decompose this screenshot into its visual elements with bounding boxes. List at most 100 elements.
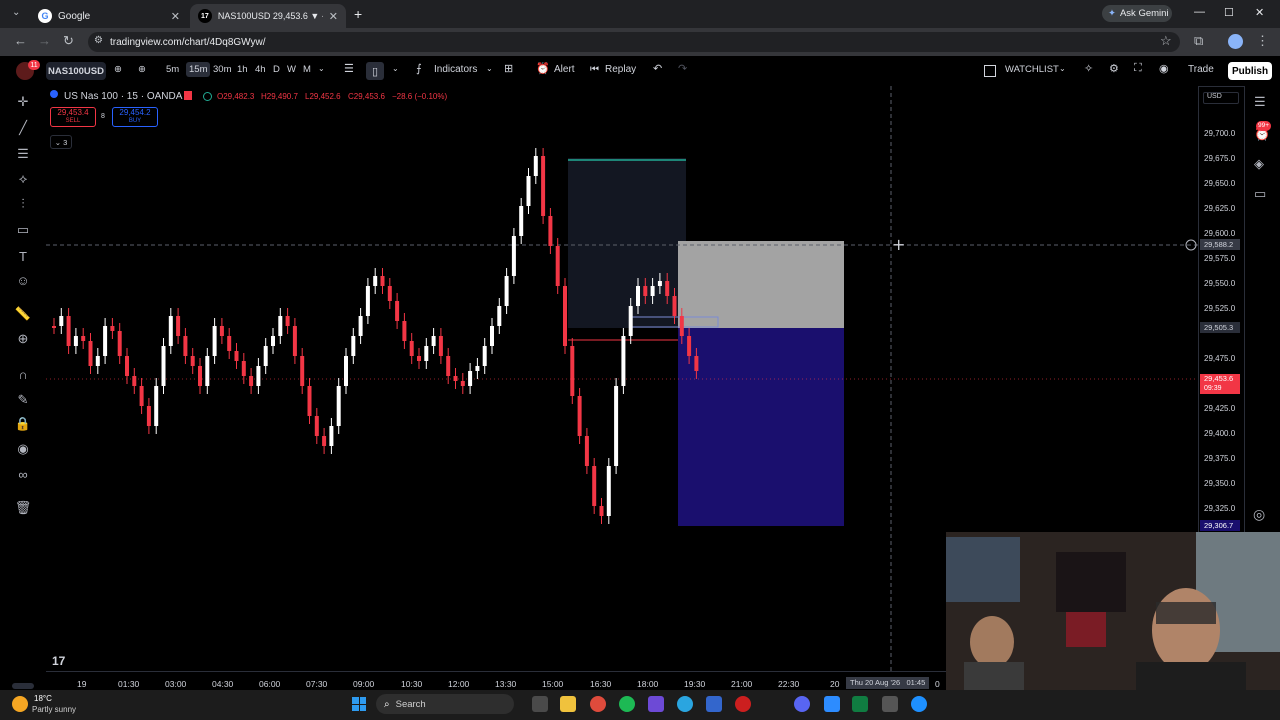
zoom-icon[interactable] <box>824 696 840 712</box>
ruler-tool-icon[interactable]: 📏 <box>15 306 31 322</box>
taskbar-search[interactable]: ⌕ Search <box>376 694 514 714</box>
timeframe-w[interactable]: W <box>287 64 296 75</box>
indicators-icon[interactable]: ⨍ <box>416 62 422 75</box>
browser-menu-icon[interactable]: ⋮ <box>1256 33 1269 49</box>
buy-button[interactable]: 29,454.2 BUY <box>112 107 158 127</box>
stop-loss-zone[interactable] <box>678 241 844 328</box>
lock-icon[interactable]: 🔒 <box>15 416 31 432</box>
bar-style-icon[interactable]: ☰ <box>344 62 354 75</box>
app-icon[interactable] <box>882 696 898 712</box>
ask-gemini-button[interactable]: ✦ Ask Gemini <box>1102 5 1172 22</box>
tradingview-app-icon[interactable] <box>648 696 664 712</box>
alert-button[interactable]: Alert <box>554 64 575 75</box>
flame-icon[interactable]: ✧ <box>1084 62 1093 75</box>
indicators-toggle[interactable]: ⌄ 3 <box>50 135 72 149</box>
tab-menu-icon[interactable]: ⌄ <box>12 7 20 18</box>
flag-icon[interactable] <box>184 91 192 100</box>
timeframe-4h[interactable]: 4h <box>255 64 266 75</box>
redo-icon[interactable]: ↷ <box>678 62 687 75</box>
chat-icon[interactable]: ▭ <box>1254 186 1266 202</box>
publish-button[interactable]: Publish <box>1228 62 1272 80</box>
shapes-tool-icon[interactable]: ▭ <box>15 222 31 238</box>
chevron-down-icon[interactable]: ⌄ <box>392 64 399 73</box>
extensions-icon[interactable]: ⧉ <box>1194 33 1203 49</box>
magnet-icon[interactable]: ∩ <box>15 366 31 382</box>
close-icon[interactable]: ✕ <box>171 10 180 23</box>
maximize-icon[interactable]: ☐ <box>1224 6 1234 19</box>
zoom-in-icon[interactable]: ⊕ <box>15 331 31 347</box>
text-tool-icon[interactable]: T <box>15 248 31 264</box>
timeframe-15m[interactable]: 15m <box>186 62 211 77</box>
window-close-icon[interactable]: ✕ <box>1255 6 1264 19</box>
tab-google[interactable]: G Google ✕ <box>30 4 188 28</box>
timeframe-5m[interactable]: 5m <box>166 64 179 75</box>
app-icon[interactable] <box>706 696 722 712</box>
url-field[interactable]: ⚙ tradingview.com/chart/4Dq8GWyw/ <box>88 32 1180 52</box>
watchlist-icon[interactable]: ☰ <box>1254 94 1266 110</box>
timeframe-30m[interactable]: 30m <box>213 64 231 75</box>
indicators-button[interactable]: Indicators <box>434 64 477 75</box>
price-label: 29,375.0 <box>1204 454 1236 463</box>
add-symbol-icon[interactable]: ⊕ <box>138 64 146 75</box>
sell-button[interactable]: 29,453.4 SELL <box>50 107 96 127</box>
replay-icon[interactable]: ⏮ <box>590 64 599 75</box>
record-icon[interactable] <box>735 696 751 712</box>
reload-icon[interactable]: ↻ <box>63 33 74 49</box>
site-info-icon[interactable]: ⚙ <box>94 35 103 46</box>
file-explorer-icon[interactable] <box>560 696 576 712</box>
take-profit-zone[interactable] <box>678 328 844 526</box>
layouts-icon[interactable]: ⊞ <box>504 62 513 75</box>
stay-drawing-icon[interactable]: ✎ <box>15 392 31 408</box>
windows-start-icon[interactable] <box>352 697 366 711</box>
chrome-icon[interactable] <box>590 696 606 712</box>
excel-icon[interactable] <box>852 696 868 712</box>
alert-icon[interactable]: ⏰ <box>536 62 550 75</box>
link-icon[interactable]: ∞ <box>15 466 31 482</box>
new-tab-icon[interactable]: + <box>354 6 362 22</box>
chevron-down-icon[interactable]: ⌄ <box>486 64 493 73</box>
edge-icon[interactable] <box>911 696 927 712</box>
fullscreen-icon[interactable]: ⛶ <box>1134 62 1142 75</box>
tradingview-logo[interactable]: 17 <box>52 654 65 668</box>
eye-icon[interactable]: ◉ <box>15 441 31 457</box>
chevron-down-icon[interactable]: ⌄ <box>1059 64 1066 73</box>
back-icon[interactable]: ← <box>14 33 27 48</box>
legend-title[interactable]: US Nas 100 · 15 · OANDA <box>64 91 182 102</box>
timeframe-m[interactable]: M <box>303 64 311 75</box>
task-view-icon[interactable] <box>532 696 548 712</box>
discord-icon[interactable] <box>794 696 810 712</box>
pattern-tool-icon[interactable]: ⟡ <box>15 171 31 187</box>
scroll-handle[interactable] <box>12 683 34 689</box>
projection-tool-icon[interactable]: ⫶ <box>15 196 31 212</box>
trendline-tool-icon[interactable]: ╱ <box>15 120 31 136</box>
currency-selector[interactable]: USD <box>1203 92 1239 104</box>
timeframe-1h[interactable]: 1h <box>237 64 248 75</box>
compare-icon[interactable]: ⊕ <box>114 64 122 75</box>
tab-tradingview[interactable]: 17 NAS100USD 29,453.6 ▼ -0.13% ✕ <box>190 4 346 28</box>
forward-icon[interactable]: → <box>38 33 51 48</box>
profile-avatar[interactable] <box>1228 34 1243 49</box>
spotify-icon[interactable] <box>619 696 635 712</box>
minimize-icon[interactable]: — <box>1194 6 1205 18</box>
bookmark-star-icon[interactable]: ☆ <box>1160 33 1172 49</box>
settings-icon[interactable]: ⚙ <box>1109 62 1119 75</box>
symbol-search[interactable]: NAS100USD <box>46 62 106 80</box>
telegram-icon[interactable] <box>677 696 693 712</box>
chevron-down-icon[interactable]: ⌄ <box>318 64 325 73</box>
candles-icon[interactable]: ▯ <box>366 62 384 80</box>
watchlist-checkbox[interactable] <box>984 65 996 77</box>
fib-tool-icon[interactable]: ☰ <box>15 146 31 162</box>
layers-icon[interactable]: ◈ <box>1254 156 1264 172</box>
weather-sun-icon[interactable] <box>12 696 28 712</box>
undo-icon[interactable]: ↶ <box>653 62 662 75</box>
watchlist-label[interactable]: WATCHLIST <box>1005 64 1059 75</box>
trade-button[interactable]: Trade <box>1188 64 1214 75</box>
crosshair-tool-icon[interactable]: ✛ <box>15 94 31 110</box>
help-icon[interactable]: ◎ <box>1253 506 1265 523</box>
camera-icon[interactable]: ◉ <box>1159 62 1169 75</box>
trash-icon[interactable]: 🗑 <box>15 500 32 516</box>
timeframe-d[interactable]: D <box>273 64 280 75</box>
close-icon[interactable]: ✕ <box>329 10 338 23</box>
replay-button[interactable]: Replay <box>605 64 636 75</box>
icons-tool-icon[interactable]: ☺ <box>15 272 31 288</box>
